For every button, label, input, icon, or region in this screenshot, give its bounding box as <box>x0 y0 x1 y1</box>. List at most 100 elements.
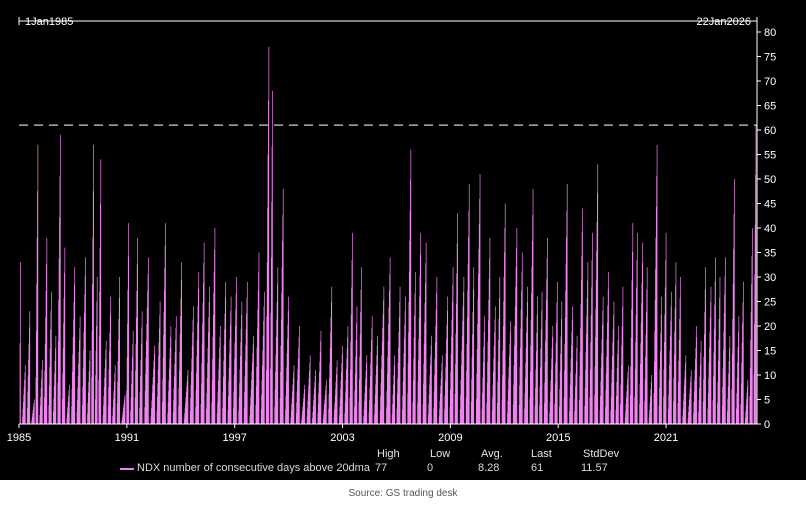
series-bar <box>438 355 443 425</box>
series-bar <box>534 296 538 425</box>
y-tick-label: 5 <box>764 395 770 407</box>
legend-swatch <box>120 468 134 470</box>
series-bar <box>285 296 289 425</box>
series-bar <box>639 242 644 425</box>
y-tick-label: 40 <box>764 223 776 235</box>
series-bar <box>407 149 412 425</box>
series-bar <box>195 272 200 425</box>
y-tick-label: 20 <box>764 321 776 333</box>
series-bar <box>731 179 735 425</box>
series-bar <box>589 232 593 425</box>
series-bar <box>698 340 702 425</box>
series-bar <box>232 277 237 425</box>
series-bar <box>290 365 295 425</box>
y-tick-label: 0 <box>764 419 770 431</box>
series-bar <box>558 301 563 425</box>
y-tick-label: 55 <box>764 150 776 162</box>
x-tick-label: 2021 <box>654 432 678 444</box>
series-bar <box>605 272 609 425</box>
series-bar <box>144 257 149 425</box>
series-bar <box>35 144 39 425</box>
chart-plot: 1Jan1985 22Jan2026 0 5 10 15 20 25 30 35 40 45 50 55 6… <box>7 16 776 444</box>
series-bar <box>496 277 501 425</box>
end-date-label: 22Jan2026 <box>697 16 751 28</box>
series-bar <box>82 257 86 425</box>
series-bar <box>412 272 416 425</box>
series-bar <box>206 286 210 425</box>
series-bar <box>66 384 70 425</box>
series-bar <box>753 125 757 425</box>
series-bar <box>620 286 624 425</box>
series-bar <box>454 213 458 425</box>
series-bar <box>427 335 432 425</box>
series-bar <box>57 134 61 425</box>
series-bar <box>615 326 619 425</box>
series-bar <box>317 330 322 425</box>
series-bar <box>491 306 496 425</box>
stat-header-last: Last <box>531 448 552 460</box>
series-bar <box>71 267 76 425</box>
series-bar <box>22 365 26 425</box>
series-bar <box>270 90 273 425</box>
series-bar <box>634 232 638 425</box>
series-bar <box>610 301 615 425</box>
series-bar <box>740 281 744 425</box>
series-bar <box>396 286 401 425</box>
stat-value-stddev: 11.57 <box>581 462 608 474</box>
series-bar <box>48 291 52 425</box>
y-tick-label: 10 <box>764 370 776 382</box>
x-tick-label: 1997 <box>222 432 246 444</box>
series-bar <box>279 188 284 425</box>
series-bar <box>687 370 692 425</box>
source-note: Source: GS trading desk <box>348 488 458 499</box>
series-bar <box>107 296 112 425</box>
series-bar <box>417 232 422 425</box>
series-bar <box>178 262 183 425</box>
series-bar <box>76 316 81 425</box>
series-bar <box>543 237 548 425</box>
series-bar <box>444 296 449 425</box>
stat-value-avg: 8.28 <box>478 462 500 474</box>
series-bar <box>707 286 712 425</box>
series-bar <box>459 277 465 425</box>
series-bar <box>507 321 511 425</box>
series-bar <box>26 311 31 425</box>
series-bar <box>130 330 134 425</box>
legend-series-name: NDX number of consecutive days above 20d… <box>137 462 370 474</box>
series-bar <box>386 257 391 425</box>
series-bar <box>139 311 143 425</box>
series-bar <box>249 335 254 425</box>
series-bar <box>255 252 260 425</box>
series-bar <box>265 46 270 425</box>
series-bar <box>653 144 658 425</box>
x-tick-label: 1985 <box>7 432 31 444</box>
series-bar <box>339 345 343 425</box>
series-bar <box>363 355 368 425</box>
series-bar <box>295 326 300 425</box>
series-bar <box>644 267 648 425</box>
legend: NDX number of consecutive days above 20d… <box>0 446 806 480</box>
series-bar <box>481 316 485 425</box>
stat-header-high: High <box>377 448 400 460</box>
series-bar <box>301 384 306 425</box>
stat-value-high: 77 <box>375 462 388 474</box>
series-bar <box>529 188 534 425</box>
stat-header-low: Low <box>430 448 451 460</box>
series-bar <box>91 144 94 425</box>
series-bar <box>306 355 311 425</box>
series-bar <box>238 301 243 425</box>
chart-panel: 1Jan1985 22Jan2026 0 5 10 15 20 25 30 35 40 45 50 55 6… <box>0 0 806 480</box>
series-bar <box>116 277 120 425</box>
series-bar <box>112 365 116 425</box>
series-bar <box>693 326 697 425</box>
x-tick-label: 2015 <box>546 432 570 444</box>
y-tick-label: 25 <box>764 297 776 309</box>
series-bar <box>735 316 740 425</box>
series-bar <box>554 281 558 425</box>
series-bar <box>333 360 338 425</box>
series-bar <box>161 223 166 425</box>
x-tick-label: 2003 <box>330 432 354 444</box>
series-bar <box>87 350 91 425</box>
series-bar <box>94 277 98 425</box>
series-bar <box>222 281 227 425</box>
